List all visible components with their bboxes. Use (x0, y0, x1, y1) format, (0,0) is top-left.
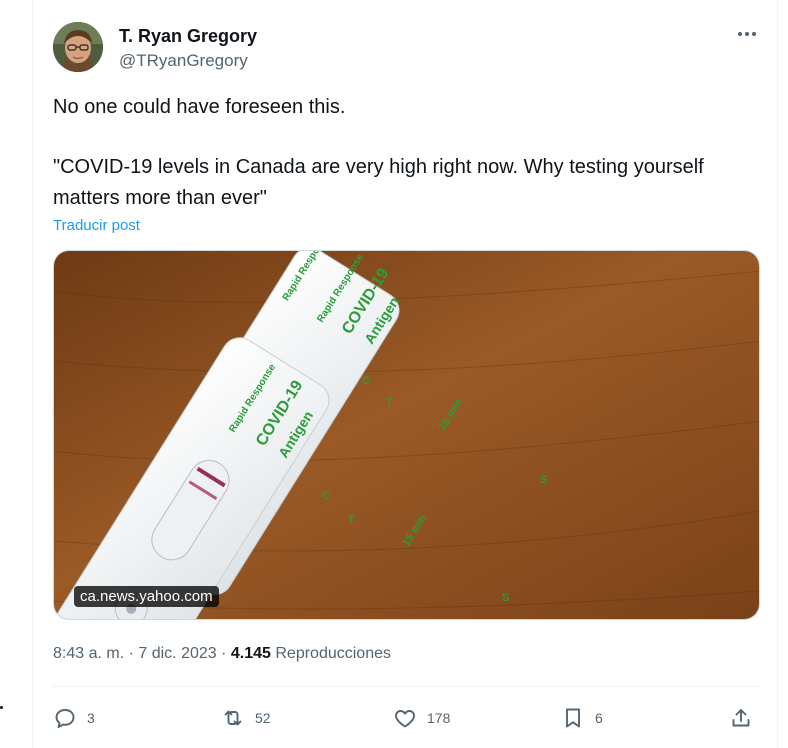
post-text-line1: No one could have foreseen this. (53, 96, 346, 118)
author-handle[interactable]: @TRyanGregory (119, 51, 248, 71)
more-icon[interactable] (735, 22, 759, 46)
like-button[interactable]: 178 (393, 698, 450, 738)
repost-icon (224, 710, 242, 726)
share-button[interactable] (729, 698, 763, 738)
post-text-quote: "COVID-19 levels in Canada are very high… (53, 156, 704, 209)
bookmark-button[interactable]: 6 (561, 698, 603, 738)
cassette-test-front: T (348, 514, 355, 526)
like-icon (395, 710, 415, 728)
left-column-edge (0, 0, 32, 748)
cassette-control-front: C (322, 490, 330, 502)
author-name[interactable]: T. Ryan Gregory (119, 26, 257, 47)
antigen-test-photo: Rapid Response Rapid Response COVID-19 A… (54, 251, 759, 619)
cassette-sample-back: S (540, 474, 547, 486)
action-bar: 3 52 178 6 (53, 698, 760, 738)
post-date[interactable]: 7 dic. 2023 (138, 645, 216, 662)
meta-separator: · (124, 645, 139, 662)
reply-icon (55, 709, 75, 728)
left-column-dot (0, 706, 3, 709)
repost-count: 52 (255, 710, 271, 726)
like-count: 178 (427, 710, 451, 726)
link-source-badge[interactable]: ca.news.yahoo.com (74, 586, 219, 607)
repost-button[interactable]: 52 (221, 698, 271, 738)
post-time[interactable]: 8:43 a. m. (53, 645, 124, 662)
cassette-sample-front: S (502, 592, 509, 604)
avatar[interactable] (53, 22, 103, 72)
cassette-test-back: T (386, 397, 393, 409)
post-media-image[interactable]: Rapid Response Rapid Response COVID-19 A… (53, 250, 760, 620)
actions-divider (53, 686, 760, 687)
cassette-control-back: C (362, 375, 370, 387)
reply-count: 3 (87, 710, 95, 726)
meta-separator: · (216, 645, 231, 662)
post-meta: 8:43 a. m. · 7 dic. 2023 · 4.145 Reprodu… (53, 645, 391, 663)
bookmark-count: 6 (595, 710, 603, 726)
translate-post-link[interactable]: Traducir post (53, 217, 140, 234)
reply-button[interactable]: 3 (53, 698, 95, 738)
views-label: Reproducciones (275, 645, 391, 662)
bookmark-icon (566, 708, 580, 728)
tweet-card: T. Ryan Gregory @TRyanGregory No one cou… (32, 0, 778, 748)
views-count: 4.145 (230, 645, 271, 662)
share-icon (732, 709, 750, 727)
